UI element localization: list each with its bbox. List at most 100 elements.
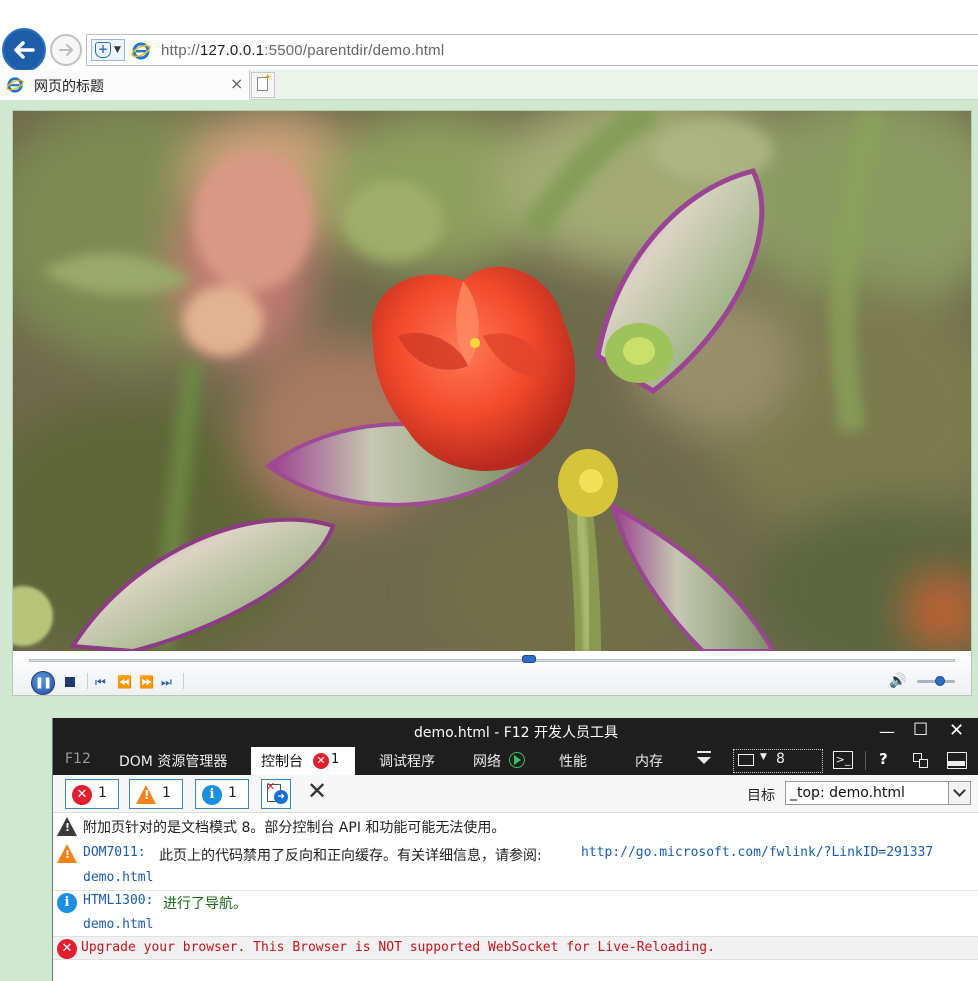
tab-active[interactable]: 网页的标题 × [0, 70, 250, 100]
console-prompt-icon[interactable]: >_ [833, 751, 853, 769]
tab-memory[interactable]: 内存 [635, 751, 663, 771]
chevron-down-icon [953, 784, 966, 797]
fast-forward-icon: ⏩ [139, 675, 154, 689]
url-scheme: http:// [161, 42, 200, 59]
pause-button[interactable]: ❚❚ [31, 671, 55, 695]
clear-console-button[interactable]: ✕ [307, 777, 327, 805]
next-icon: ⏭ [161, 675, 172, 689]
url-text: http://127.0.0.1:5500/parentdir/demo.htm… [161, 42, 444, 59]
errors-filter-button[interactable]: ✕ 1 [65, 779, 119, 809]
info-filter-button[interactable]: i 1 [195, 779, 249, 809]
tab-f12[interactable]: F12 [65, 751, 91, 767]
warning-code: DOM7011: [83, 845, 146, 860]
devtools-window: demo.html - F12 开发人员工具 — ☐ ✕ F12 DOM 资源管… [52, 718, 978, 981]
emulation-mode-selector[interactable]: ▼ 8 [733, 749, 823, 773]
address-bar-area: + ▼ http://127.0.0.1:5500/parentdir/demo… [0, 0, 978, 72]
volume-thumb[interactable] [934, 676, 945, 686]
error-message-row: ✕ Upgrade your browser. This Browser is … [53, 936, 978, 960]
error-message: Upgrade your browser. This Browser is NO… [81, 940, 715, 955]
rewind-icon: ⏪ [117, 675, 132, 689]
previous-button[interactable]: ⏮ [95, 675, 106, 689]
close-icon: ✕ [266, 780, 276, 793]
console-toolbar: ✕ 1 ! 1 i 1 ✕ ➜ ✕ 目标 _top: demo.html [53, 775, 978, 813]
previous-icon: ⏮ [95, 675, 106, 689]
tab-debugger[interactable]: 调试程序 [379, 751, 435, 771]
tab-close-button[interactable]: × [230, 74, 243, 93]
info-message: 进行了导航。 [163, 896, 247, 912]
dock-bottom-icon[interactable] [947, 752, 967, 769]
warning-mark: ! [65, 848, 71, 861]
chevron-down-icon[interactable] [697, 757, 711, 764]
devtools-title: demo.html - F12 开发人员工具 [413, 725, 619, 741]
warnings-count: 1 [162, 785, 171, 801]
warnings-filter-button[interactable]: ! 1 [129, 779, 183, 809]
record-play-icon [509, 752, 525, 768]
video-frame[interactable] [13, 111, 971, 651]
rewind-button[interactable]: ⏪ [117, 675, 132, 689]
url-path: :5500/parentdir/demo.html [264, 42, 445, 59]
fast-forward-button[interactable]: ⏩ [139, 675, 154, 689]
seek-bar[interactable] [29, 659, 955, 662]
tab-console[interactable]: 控制台 ✕ 1 [251, 747, 355, 775]
warning-mark: ! [65, 821, 71, 834]
chevron-down-icon: ▼ [114, 45, 121, 55]
url-host: 127.0.0.1 [199, 42, 265, 59]
devtools-titlebar: demo.html - F12 开发人员工具 — ☐ ✕ [53, 718, 978, 746]
control-divider [87, 673, 88, 689]
tab-title: 网页的标题 [34, 79, 104, 95]
minimize-button[interactable]: — [879, 722, 895, 741]
tab-strip: 网页的标题 × ✦ [0, 70, 978, 100]
error-icon: ✕ [72, 785, 92, 805]
back-button[interactable] [2, 28, 46, 72]
more-tabs-icon[interactable] [697, 751, 711, 753]
next-button[interactable]: ⏭ [161, 675, 172, 689]
monitor-icon [738, 754, 754, 766]
info-icon: i [57, 893, 77, 913]
console-error-count: 1 [331, 752, 340, 767]
ie-logo-icon [131, 42, 151, 60]
chevron-down-icon: ▼ [760, 752, 767, 762]
dropdown-button[interactable] [948, 782, 970, 804]
info-code: HTML1300: [83, 893, 154, 908]
error-icon: ✕ [313, 753, 329, 769]
help-icon[interactable]: ? [879, 750, 888, 768]
seek-thumb[interactable] [522, 655, 537, 663]
volume-icon[interactable]: 🔊 [889, 673, 906, 689]
control-divider [183, 673, 184, 689]
clear-on-navigate-button[interactable]: ✕ ➜ [261, 779, 291, 809]
target-label: 目标 [747, 788, 775, 804]
video-player: ❚❚ ⏮ ⏪ ⏩ ⏭ 🔊 [12, 110, 972, 696]
back-arrow-icon [14, 41, 35, 59]
error-icon: ✕ [57, 939, 77, 959]
flower-video-image [13, 111, 971, 651]
pause-icon: ❚❚ [34, 676, 52, 689]
compat-view-icon: + [95, 42, 111, 58]
new-tab-button[interactable]: ✦ [251, 72, 275, 98]
url-field[interactable]: + ▼ http://127.0.0.1:5500/parentdir/demo… [86, 34, 978, 66]
tab-dom-explorer[interactable]: DOM 资源管理器 [119, 751, 227, 771]
console-output: ! 附加页针对的是文档模式 8。部分控制台 API 和功能可能无法使用。 ! D… [53, 814, 978, 981]
warning-link[interactable]: http://go.microsoft.com/fwlink/?LinkID=2… [581, 845, 933, 860]
info-source-link[interactable]: demo.html [83, 917, 153, 932]
tab-performance[interactable]: 性能 [559, 751, 587, 771]
tab-console-label: 控制台 [261, 754, 303, 770]
info-icon: i [202, 785, 222, 805]
warning-source-link[interactable]: demo.html [83, 870, 153, 885]
sparkle-icon: ✦ [264, 73, 272, 83]
stop-button[interactable] [65, 677, 75, 687]
forward-arrow-icon [59, 44, 73, 56]
maximize-button[interactable]: ☐ [913, 720, 928, 740]
target-select[interactable]: _top: demo.html [785, 781, 971, 805]
errors-count: 1 [98, 785, 107, 801]
compat-view-button[interactable]: + ▼ [91, 39, 125, 61]
devtools-tabbar: F12 DOM 资源管理器 控制台 ✕ 1 调试程序 网络 性能 内存 ▼ 8 … [53, 746, 978, 775]
arrow-right-icon: ➜ [274, 790, 288, 804]
close-button[interactable]: ✕ [949, 720, 964, 741]
warning-message: 此页上的代码禁用了反向和正向缓存。有关详细信息，请参阅: [159, 848, 542, 864]
tab-network[interactable]: 网络 [473, 751, 501, 771]
toolbar-divider [865, 751, 866, 770]
forward-button[interactable] [50, 34, 82, 66]
ie-logo-icon [6, 77, 24, 93]
undock-icon[interactable] [913, 753, 929, 769]
info-count: 1 [228, 785, 237, 801]
